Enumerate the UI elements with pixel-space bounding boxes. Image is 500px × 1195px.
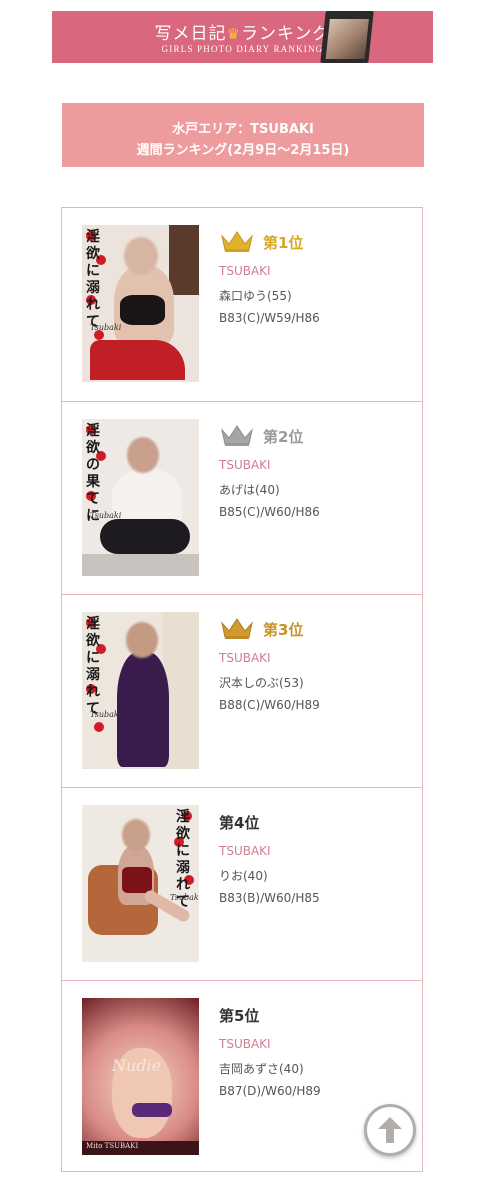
girl-name[interactable]: 吉岡あずさ(40) — [219, 1060, 304, 1077]
photo-caption: 淫欲の果てに — [86, 423, 100, 524]
rank-label: 第5位 — [219, 1007, 260, 1025]
phone-image — [320, 11, 374, 63]
banner-title-a: 写メ日記 — [154, 24, 227, 44]
girl-name[interactable]: 森口ゆう(55) — [219, 287, 292, 304]
photo-caption: 淫欲に溺れて — [86, 229, 100, 330]
girl-size: B85(C)/W60/H86 — [219, 505, 320, 519]
photo-brand: Tsubaki — [90, 710, 122, 719]
ranking-info: 第2位 TSUBAKI あげは(40) B85(C)/W60/H86 — [219, 422, 409, 519]
photo-caption: 淫欲に溺れて — [176, 809, 190, 910]
ranking-info: 第5位 TSUBAKI 吉岡あずさ(40) B87(D)/W60/H89 — [219, 1001, 409, 1098]
girl-size: B87(D)/W60/H89 — [219, 1084, 321, 1098]
photo-brand: Tsubaki — [90, 323, 122, 332]
shop-name[interactable]: TSUBAKI — [219, 1037, 271, 1051]
girl-photo[interactable]: 淫欲に溺れて Tsubaki — [82, 612, 199, 769]
banner-subtitle: GIRLS PHOTO DIARY RANKING — [161, 44, 324, 54]
girl-photo[interactable]: Nudie Mito TSUBAKI — [82, 998, 199, 1155]
ranking-item-3[interactable]: 淫欲に溺れて Tsubaki 第3位 TSUBAKI 沢本しのぶ(53) B88… — [62, 594, 422, 787]
ranking-info: 第3位 TSUBAKI 沢本しのぶ(53) B88(C)/W60/H89 — [219, 615, 409, 712]
rank-label: 第1位 — [263, 234, 304, 252]
ranking-item-1[interactable]: 淫欲に溺れて Tsubaki 第1位 TSUBAKI 森口ゆう(55) B83(… — [62, 208, 422, 401]
rank-label: 第3位 — [263, 621, 304, 639]
photo-diary-ranking-banner[interactable]: 写メ日記♛ランキング GIRLS PHOTO DIARY RANKING — [52, 11, 433, 63]
crown-icon: ♛ — [226, 25, 241, 43]
ranking-period: 週間ランキング(2月9日〜2月15日) — [136, 143, 350, 158]
silver-crown-icon — [221, 425, 253, 446]
girl-size: B88(C)/W60/H89 — [219, 698, 320, 712]
girl-name[interactable]: りお(40) — [219, 867, 268, 884]
photo-brand: Tsubaki — [170, 893, 199, 902]
ranking-info: 第1位 TSUBAKI 森口ゆう(55) B83(C)/W59/H86 — [219, 228, 409, 325]
photo-caption: Nudie — [112, 1056, 162, 1075]
bronze-crown-icon — [221, 618, 253, 639]
girl-name[interactable]: あげは(40) — [219, 481, 280, 498]
banner-title-b: ランキング — [240, 24, 331, 44]
ranking-info: 第4位 TSUBAKI りお(40) B83(B)/W60/H85 — [219, 808, 409, 905]
gold-crown-icon — [221, 231, 253, 252]
arrow-up-icon — [378, 1117, 402, 1143]
ranking-item-4[interactable]: 淫欲に溺れて Tsubaki 第4位 TSUBAKI りお(40) B83(B)… — [62, 787, 422, 980]
banner-title: 写メ日記♛ランキング — [52, 19, 433, 44]
ranking-list: 淫欲に溺れて Tsubaki 第1位 TSUBAKI 森口ゆう(55) B83(… — [61, 207, 423, 1172]
area-header: 水戸エリア：TSUBAKI 週間ランキング(2月9日〜2月15日) — [62, 103, 424, 167]
rank-label: 第2位 — [263, 428, 304, 446]
photo-brand: Mito TSUBAKI — [86, 1142, 139, 1150]
girl-size: B83(C)/W59/H86 — [219, 311, 320, 325]
girl-size: B83(B)/W60/H85 — [219, 891, 320, 905]
girl-photo[interactable]: 淫欲に溺れて Tsubaki — [82, 225, 199, 382]
shop-name[interactable]: TSUBAKI — [219, 844, 271, 858]
shop-name[interactable]: TSUBAKI — [219, 264, 271, 278]
area-title: 水戸エリア：TSUBAKI — [172, 122, 314, 137]
scroll-to-top-button[interactable] — [364, 1104, 416, 1156]
rank-label: 第4位 — [219, 814, 260, 832]
shop-name[interactable]: TSUBAKI — [219, 651, 271, 665]
shop-name[interactable]: TSUBAKI — [219, 458, 271, 472]
girl-photo[interactable]: 淫欲の果てに Tsubaki — [82, 419, 199, 576]
ranking-item-2[interactable]: 淫欲の果てに Tsubaki 第2位 TSUBAKI あげは(40) B85(C… — [62, 401, 422, 594]
girl-photo[interactable]: 淫欲に溺れて Tsubaki — [82, 805, 199, 962]
photo-caption: 淫欲に溺れて — [86, 616, 100, 717]
girl-name[interactable]: 沢本しのぶ(53) — [219, 674, 304, 691]
photo-brand: Tsubaki — [90, 511, 122, 520]
